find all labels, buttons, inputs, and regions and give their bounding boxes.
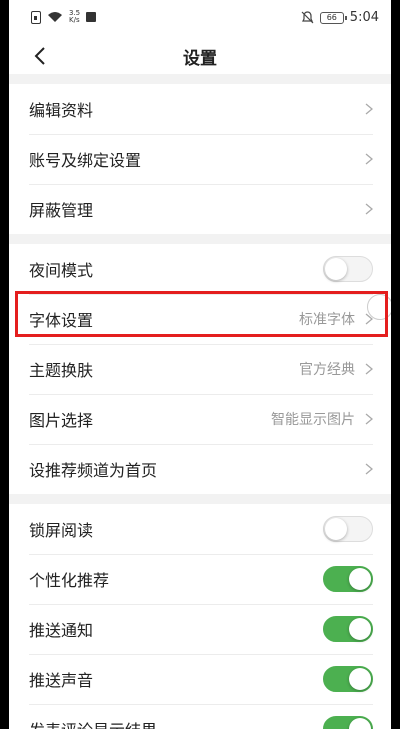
status-bar-right: 66 5:04 [301, 10, 379, 25]
personalized-toggle[interactable] [323, 566, 373, 592]
toggle-knob [349, 568, 371, 590]
row-label: 发表评论显示结果 [29, 717, 323, 729]
settings-row-default-channel[interactable]: 设推荐频道为首页 [9, 444, 391, 494]
toggle-knob [325, 258, 347, 280]
back-arrow-icon[interactable] [31, 46, 51, 66]
settings-row-image-selection[interactable]: 图片选择 智能显示图片 [9, 394, 391, 444]
chevron-right-icon [365, 463, 373, 475]
chevron-right-icon [365, 413, 373, 425]
settings-section-account: 编辑资料 账号及绑定设置 屏蔽管理 [9, 84, 391, 234]
row-label: 锁屏阅读 [29, 521, 94, 540]
notification-square-icon [86, 12, 97, 22]
row-label: 推送声音 [29, 671, 94, 690]
settings-row-personalized: 个性化推荐 [9, 554, 391, 604]
settings-row-edit-profile[interactable]: 编辑资料 [9, 84, 391, 134]
row-value: 官方经典 [299, 362, 355, 378]
toggle-knob [325, 518, 347, 540]
chevron-right-icon [365, 363, 373, 375]
wifi-icon [47, 11, 63, 23]
section-divider [9, 494, 391, 504]
touch-indicator [367, 294, 391, 320]
row-label: 主题换肤 [29, 361, 94, 380]
row-label: 设推荐频道为首页 [29, 461, 158, 480]
bell-off-icon [301, 11, 314, 24]
status-bar-left: 3.5 K/s [31, 10, 97, 24]
toggle-knob [349, 718, 371, 729]
chevron-right-icon [365, 103, 373, 115]
settings-row-theme[interactable]: 主题换肤 官方经典 [9, 344, 391, 394]
settings-row-comment-result: 发表评论显示结果 [9, 704, 391, 729]
toggle-knob [349, 618, 371, 640]
settings-section-notifications: 锁屏阅读 个性化推荐 推送通知 推送声音 发表评论显示结果 [9, 504, 391, 729]
network-speed-unit: K/s [69, 16, 80, 24]
row-label: 夜间模式 [29, 261, 94, 280]
row-label: 屏蔽管理 [29, 201, 94, 220]
settings-row-push-notify: 推送通知 [9, 604, 391, 654]
push-sound-toggle[interactable] [323, 666, 373, 692]
push-notify-toggle[interactable] [323, 616, 373, 642]
settings-row-account-binding[interactable]: 账号及绑定设置 [9, 134, 391, 184]
row-value: 标准字体 [299, 312, 355, 328]
toggle-knob [349, 668, 371, 690]
row-label: 字体设置 [29, 311, 94, 330]
row-label: 图片选择 [29, 411, 94, 430]
battery-icon: 66 [319, 11, 347, 24]
chevron-right-icon [365, 153, 373, 165]
settings-section-display: 夜间模式 字体设置 标准字体 主题换肤 官方经典 图片选择 智能显示图片 设推荐… [9, 244, 391, 494]
nav-header: 设置 [9, 38, 391, 74]
network-speed: 3.5 K/s [69, 10, 80, 24]
settings-row-block-management[interactable]: 屏蔽管理 [9, 184, 391, 234]
status-bar: 3.5 K/s 66 5:04 [9, 0, 391, 38]
page-title: 设置 [183, 48, 217, 69]
phone-screen: 3.5 K/s 66 5:04 设置 编辑资料 账号及绑定设置 屏蔽管理 夜间模… [9, 0, 391, 729]
night-mode-toggle[interactable] [323, 256, 373, 282]
row-value: 智能显示图片 [271, 412, 355, 428]
row-label: 编辑资料 [29, 101, 94, 120]
settings-row-lockscreen-reading: 锁屏阅读 [9, 504, 391, 554]
clock: 5:04 [349, 10, 379, 25]
section-divider [9, 74, 391, 84]
settings-row-night-mode: 夜间模式 [9, 244, 391, 294]
lockscreen-reading-toggle[interactable] [323, 516, 373, 542]
chevron-right-icon [365, 203, 373, 215]
row-label: 推送通知 [29, 621, 94, 640]
settings-row-push-sound: 推送声音 [9, 654, 391, 704]
settings-row-font[interactable]: 字体设置 标准字体 [9, 294, 391, 344]
row-label: 个性化推荐 [29, 571, 110, 590]
comment-result-toggle[interactable] [323, 716, 373, 729]
row-label: 账号及绑定设置 [29, 151, 142, 170]
section-divider [9, 234, 391, 244]
sim-icon [31, 10, 41, 24]
